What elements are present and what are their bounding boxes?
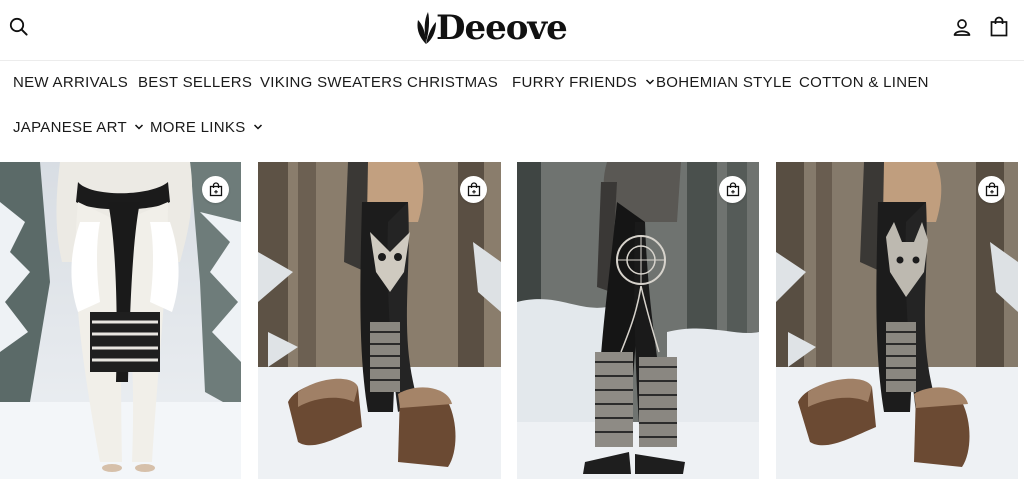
nav-item-furry-friends[interactable]: FURRY FRIENDS <box>512 73 655 93</box>
nav-item-label: BEST SELLERS <box>138 74 253 91</box>
nav-item-christmas[interactable]: CHRISTMAS <box>407 73 498 93</box>
quick-add-button[interactable] <box>202 176 229 203</box>
product-card[interactable] <box>776 162 1018 479</box>
quick-add-bag-icon <box>726 182 740 197</box>
nav-item-viking-sweaters[interactable]: VIKING SWEATERS <box>260 73 403 93</box>
nav-item-label: JAPANESE ART <box>13 119 127 136</box>
nav-item-label: NEW ARRIVALS <box>13 74 129 91</box>
product-image <box>776 162 1018 479</box>
search-icon[interactable] <box>9 17 29 37</box>
user-icon[interactable] <box>952 17 972 37</box>
product-grid <box>0 162 1024 479</box>
nav-item-japanese-art[interactable]: JAPANESE ART <box>13 118 144 138</box>
nav-item-label: COTTON & LINEN <box>799 74 929 91</box>
quick-add-bag-icon <box>467 182 481 197</box>
chevron-down-icon <box>645 79 654 85</box>
product-image <box>258 162 501 479</box>
quick-add-button[interactable] <box>978 176 1005 203</box>
product-card[interactable] <box>517 162 759 479</box>
logo-wordmark: Deeove <box>436 8 568 48</box>
leaf-icon <box>417 12 436 44</box>
chevron-down-icon <box>135 124 144 130</box>
shopping-bag-icon[interactable] <box>989 16 1009 37</box>
nav-item-label: BOHEMIAN STYLE <box>656 74 792 91</box>
product-image <box>0 162 241 479</box>
product-image <box>517 162 759 479</box>
nav-item-new-arrivals[interactable]: NEW ARRIVALS <box>13 73 128 93</box>
nav-item-bohemian-style[interactable]: BOHEMIAN STYLE <box>656 73 792 93</box>
quick-add-button[interactable] <box>460 176 487 203</box>
nav-item-cotton-linen[interactable]: COTTON & LINEN <box>799 73 929 93</box>
product-card[interactable] <box>258 162 501 479</box>
quick-add-button[interactable] <box>719 176 746 203</box>
main-navigation: NEW ARRIVALS BEST SELLERS VIKING SWEATER… <box>0 61 1024 161</box>
quick-add-bag-icon <box>209 182 223 197</box>
nav-item-best-sellers[interactable]: BEST SELLERS <box>138 73 252 93</box>
quick-add-bag-icon <box>985 182 999 197</box>
nav-item-more-links[interactable]: MORE LINKS <box>150 118 263 138</box>
nav-item-label: CHRISTMAS <box>407 74 499 91</box>
site-logo[interactable]: Deeove <box>412 6 568 50</box>
site-header: Deeove <box>0 0 1024 61</box>
chevron-down-icon <box>253 124 263 130</box>
nav-item-label: FURRY FRIENDS <box>512 74 638 91</box>
product-card[interactable] <box>0 162 241 479</box>
nav-item-label: VIKING SWEATERS <box>260 74 403 91</box>
nav-item-label: MORE LINKS <box>150 119 246 136</box>
